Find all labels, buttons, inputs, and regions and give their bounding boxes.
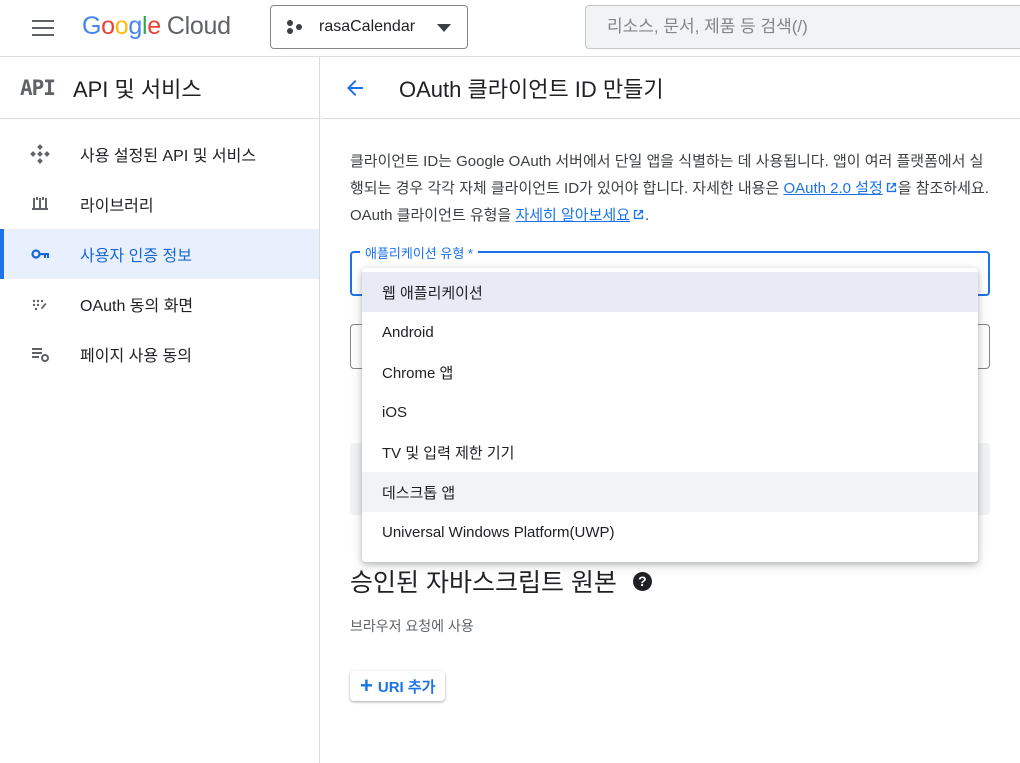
external-link-icon — [886, 182, 896, 193]
external-link-icon — [633, 209, 644, 220]
sidebar: API API 및 서비스 사용 설정된 API 및 서비스 라이브러리 사용자… — [0, 57, 320, 763]
google-cloud-logo[interactable]: Google Cloud — [82, 12, 231, 41]
oauth-setup-link[interactable]: OAuth 2.0 설정 — [783, 180, 897, 197]
option-tv-limited-input[interactable]: TV 및 입력 제한 기기 — [362, 432, 978, 472]
option-chrome-app[interactable]: Chrome 앱 — [362, 352, 978, 392]
api-badge-icon: API — [20, 75, 56, 100]
key-icon — [0, 244, 80, 264]
sidebar-item-oauth-consent[interactable]: OAuth 동의 화면 — [0, 279, 319, 329]
hamburger-menu-icon[interactable] — [26, 14, 60, 42]
help-icon[interactable]: ? — [632, 571, 652, 591]
sidebar-item-label: 사용 설정된 API 및 서비스 — [80, 148, 257, 165]
sidebar-item-enabled-apis[interactable]: 사용 설정된 API 및 서비스 — [0, 129, 319, 179]
sidebar-title: API 및 서비스 — [72, 76, 202, 102]
sidebar-item-label: OAuth 동의 화면 — [80, 298, 194, 315]
page-title: OAuth 클라이언트 ID 만들기 — [399, 76, 664, 102]
description-text: 클라이언트 ID는 Google OAuth 서버에서 단일 앱을 식별하는 데… — [350, 153, 989, 224]
enabled-apis-icon — [0, 144, 80, 164]
top-bar: Google Cloud rasaCalendar — [0, 0, 1020, 57]
sidebar-item-credentials[interactable]: 사용자 인증 정보 — [0, 229, 319, 279]
authorized-js-origins-subtitle: 브라우저 요청에 사용 — [350, 618, 474, 634]
back-arrow-icon[interactable] — [343, 75, 369, 101]
sidebar-nav: 사용 설정된 API 및 서비스 라이브러리 사용자 인증 정보 OAuth 동… — [0, 119, 319, 379]
option-uwp[interactable]: Universal Windows Platform(UWP) — [362, 512, 978, 552]
application-type-dropdown: 웹 애플리케이션 Android Chrome 앱 iOS TV 및 입력 제한… — [362, 268, 978, 562]
sidebar-header: API API 및 서비스 — [0, 57, 319, 119]
add-uri-button[interactable]: + URI 추가 — [350, 671, 446, 701]
option-web-application[interactable]: 웹 애플리케이션 — [362, 272, 978, 312]
main-header: OAuth 클라이언트 ID 만들기 — [321, 57, 1020, 119]
sidebar-item-label: 라이브러리 — [80, 198, 154, 215]
option-desktop-app[interactable]: 데스크톱 앱 — [362, 472, 978, 512]
search-input[interactable] — [607, 17, 987, 37]
option-android[interactable]: Android — [362, 312, 978, 352]
option-ios[interactable]: iOS — [362, 392, 978, 432]
plus-icon: + — [360, 673, 373, 698]
consent-screen-icon — [0, 294, 80, 314]
project-icon — [287, 20, 302, 34]
project-picker-button[interactable]: rasaCalendar — [270, 5, 468, 49]
authorized-js-origins-heading: 승인된 자바스크립트 원본 ? — [350, 563, 652, 599]
application-type-label: 애플리케이션 유형 * — [360, 243, 478, 262]
sidebar-item-label: 사용자 인증 정보 — [80, 248, 192, 265]
sidebar-item-label: 페이지 사용 동의 — [80, 348, 192, 365]
chevron-down-icon — [437, 24, 451, 32]
learn-more-link[interactable]: 자세히 알아보세요 — [515, 207, 645, 224]
search-box[interactable] — [585, 5, 1020, 49]
page-usage-icon — [0, 344, 80, 364]
library-icon — [0, 194, 80, 214]
project-name: rasaCalendar — [319, 18, 416, 35]
sidebar-item-library[interactable]: 라이브러리 — [0, 179, 319, 229]
sidebar-item-page-usage[interactable]: 페이지 사용 동의 — [0, 329, 319, 379]
